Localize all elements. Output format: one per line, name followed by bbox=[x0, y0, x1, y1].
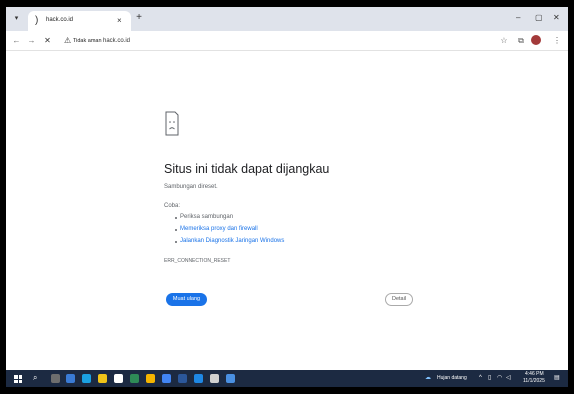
new-tab-button[interactable]: + bbox=[133, 12, 145, 24]
tab-hack-co-id[interactable]: ) hack.co.id × bbox=[28, 11, 131, 31]
clock-time[interactable]: 4:46 PM bbox=[525, 371, 544, 378]
minimize-button[interactable]: – bbox=[516, 13, 520, 23]
tray-overflow-chevron-icon[interactable]: ^ bbox=[479, 374, 482, 383]
warning-triangle-icon: ⚠ bbox=[64, 36, 72, 45]
forward-button[interactable]: → bbox=[26, 35, 37, 46]
url-text[interactable]: hack.co.id bbox=[103, 36, 130, 46]
taskbar-app-icon[interactable] bbox=[194, 374, 203, 383]
taskbar-app-icon[interactable] bbox=[82, 374, 91, 383]
reload-button[interactable]: Muat ulang bbox=[166, 293, 207, 306]
security-label[interactable]: Tidak aman bbox=[73, 36, 102, 46]
menu-kebab-icon[interactable]: ⋮ bbox=[551, 35, 563, 47]
bullet bbox=[175, 229, 177, 231]
close-window-button[interactable]: ✕ bbox=[553, 13, 560, 23]
suggestion-proxy-firewall-link[interactable]: Memeriksa proxy dan firewall bbox=[180, 225, 258, 234]
taskbar-app-icon[interactable] bbox=[130, 374, 139, 383]
taskbar-app-icon[interactable] bbox=[98, 374, 107, 383]
weather-text[interactable]: Hujan datang bbox=[437, 375, 467, 382]
bullet bbox=[175, 217, 177, 219]
details-button[interactable]: Detail bbox=[385, 293, 413, 306]
error-description: Sambungan direset. bbox=[164, 184, 218, 190]
tab-search-chevron-icon[interactable]: ▾ bbox=[12, 14, 21, 23]
bullet bbox=[175, 241, 177, 243]
notification-icon[interactable]: ▤ bbox=[554, 374, 560, 383]
taskbar-app-icon[interactable] bbox=[66, 374, 75, 383]
suggestion-network-diagnostics-link[interactable]: Jalankan Diagnostik Jaringan Windows bbox=[180, 237, 284, 246]
address-bar[interactable]: ⚠ Tidak aman hack.co.id bbox=[61, 34, 495, 48]
sad-document-icon bbox=[165, 111, 179, 136]
tab-close-icon[interactable]: × bbox=[117, 15, 122, 26]
suggestion-check-connection: Periksa sambungan bbox=[180, 214, 234, 220]
maximize-button[interactable]: ▢ bbox=[535, 13, 543, 23]
weather-icon[interactable]: ☁ bbox=[425, 374, 431, 383]
taskbar-app-icon[interactable] bbox=[226, 374, 235, 383]
clock-date[interactable]: 11/1/2025 bbox=[523, 378, 545, 385]
loading-favicon-icon: ) bbox=[35, 15, 39, 26]
error-code: ERR_CONNECTION_RESET bbox=[164, 258, 231, 264]
wifi-icon[interactable]: ◠ bbox=[497, 374, 502, 383]
back-button[interactable]: ← bbox=[11, 35, 22, 46]
search-icon[interactable]: ⌕ bbox=[33, 373, 37, 382]
taskbar-app-icon[interactable] bbox=[210, 374, 219, 383]
taskbar-app-icon[interactable] bbox=[114, 374, 123, 383]
taskbar-app-icon[interactable] bbox=[146, 374, 155, 383]
windows-start-icon[interactable] bbox=[14, 375, 22, 383]
profile-avatar[interactable] bbox=[531, 35, 541, 45]
battery-icon[interactable]: ▯ bbox=[488, 374, 491, 383]
taskbar: ⌕ ☁ Hujan datang ^ ▯ ◠ ◁ 4:46 PM 11/1/20… bbox=[6, 370, 568, 387]
taskbar-app-icon[interactable] bbox=[51, 374, 60, 383]
speaker-icon[interactable]: ◁ bbox=[506, 374, 511, 383]
taskbar-app-icon[interactable] bbox=[178, 374, 187, 383]
taskbar-app-icon[interactable] bbox=[162, 374, 171, 383]
browser-toolbar: ← → ✕ ⚠ Tidak aman hack.co.id ☆ ⧉ ⋮ bbox=[6, 31, 568, 51]
try-label: Coba: bbox=[164, 203, 181, 209]
screen: ▾ ) hack.co.id × + – ▢ ✕ ← → ✕ ⚠ Tidak a… bbox=[6, 7, 568, 387]
tab-title: hack.co.id bbox=[46, 17, 74, 23]
bookmark-star-icon[interactable]: ☆ bbox=[498, 35, 510, 47]
stop-loading-button[interactable]: ✕ bbox=[42, 35, 53, 46]
error-title: Situs ini tidak dapat dijangkau bbox=[164, 162, 330, 176]
tab-strip: ▾ ) hack.co.id × + – ▢ ✕ bbox=[6, 7, 568, 31]
extensions-icon[interactable]: ⧉ bbox=[515, 35, 527, 47]
